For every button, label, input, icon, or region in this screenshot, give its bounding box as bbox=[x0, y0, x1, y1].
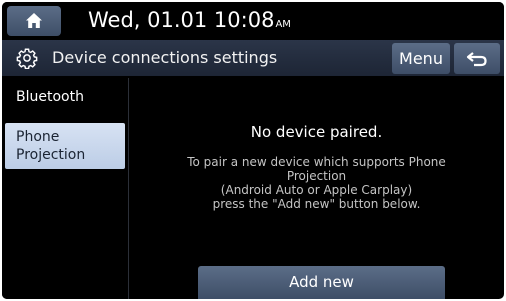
instruction-line: press the "Add new" button below. bbox=[212, 197, 421, 211]
menu-button[interactable]: Menu bbox=[392, 43, 450, 74]
instruction-line: To pair a new device which supports Phon… bbox=[187, 155, 446, 169]
screen: Wed, 01.01 10:08AM Device connections se… bbox=[2, 2, 504, 299]
ampm-indicator: AM bbox=[275, 19, 291, 30]
sidebar-item-phone-projection[interactable]: Phone Projection bbox=[5, 123, 125, 169]
header-bar: Device connections settings Menu bbox=[2, 40, 504, 76]
sidebar-item-bluetooth[interactable]: Bluetooth bbox=[5, 88, 125, 112]
clock: Wed, 01.01 10:08AM bbox=[88, 6, 291, 39]
add-new-button[interactable]: Add new bbox=[198, 266, 445, 299]
home-icon bbox=[26, 13, 42, 28]
sidebar-item-label: Phone Projection bbox=[16, 129, 86, 163]
instruction-line: (Android Auto or Apple Carplay) bbox=[220, 183, 413, 197]
home-button[interactable] bbox=[7, 6, 61, 36]
back-button[interactable] bbox=[454, 43, 500, 74]
page-title: Device connections settings bbox=[52, 48, 278, 67]
pairing-instructions: To pair a new device which supports Phon… bbox=[129, 155, 504, 211]
status-bar: Wed, 01.01 10:08AM bbox=[2, 2, 504, 38]
main-panel: No device paired. To pair a new device w… bbox=[129, 78, 504, 299]
back-arrow-icon bbox=[466, 51, 487, 66]
sidebar: Bluetooth Phone Projection bbox=[2, 78, 129, 299]
instruction-line: Projection bbox=[286, 169, 347, 183]
no-device-message: No device paired. bbox=[250, 123, 383, 141]
gear-icon bbox=[16, 48, 38, 69]
date-time: Wed, 01.01 10:08 bbox=[88, 8, 275, 32]
